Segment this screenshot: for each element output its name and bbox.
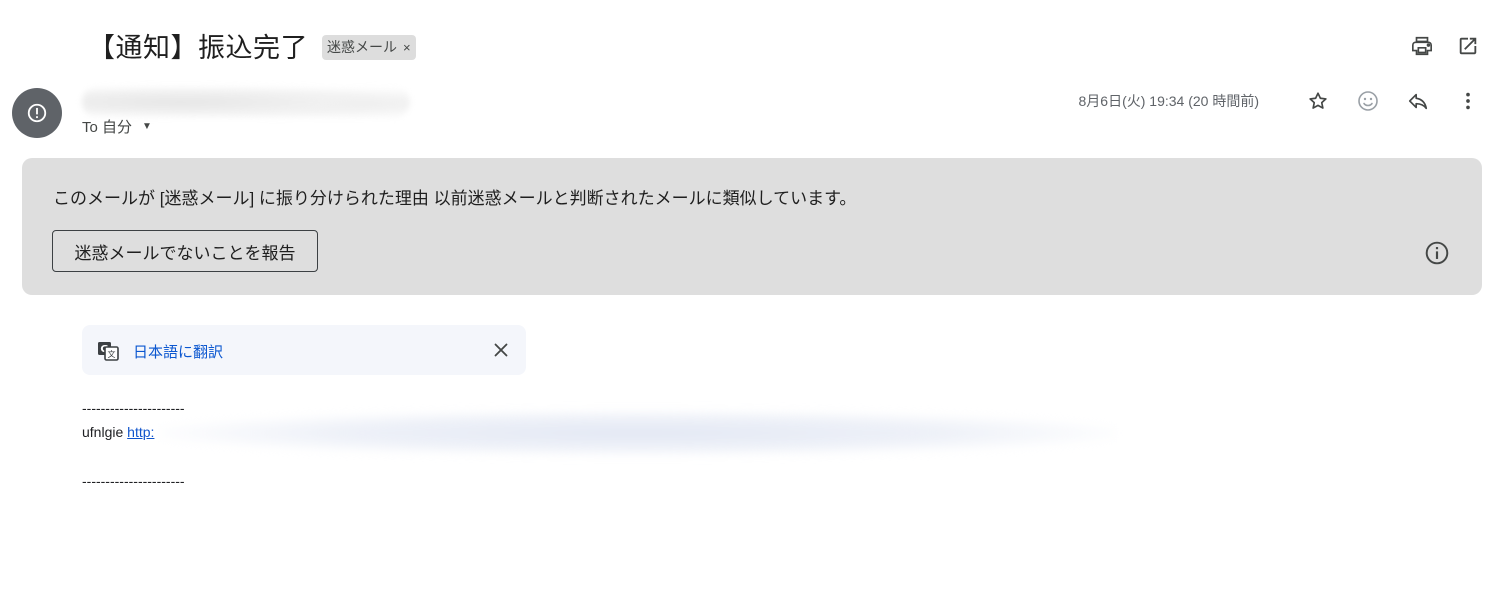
report-not-spam-button[interactable]: 迷惑メールでないことを報告 bbox=[52, 230, 318, 272]
body-link[interactable]: http: bbox=[127, 424, 154, 440]
separator-line: ---------------------- bbox=[82, 473, 185, 489]
spam-label-chip[interactable]: 迷惑メール × bbox=[322, 35, 416, 60]
sender-avatar[interactable] bbox=[12, 88, 62, 138]
printer-icon[interactable] bbox=[1409, 33, 1435, 59]
recipient-details-toggle[interactable]: To 自分 ▼ bbox=[82, 116, 152, 137]
url-redacted bbox=[160, 410, 1115, 456]
reply-icon[interactable] bbox=[1405, 88, 1431, 114]
spam-label-text: 迷惑メール bbox=[327, 39, 397, 55]
body-prefix-text: ufnlgie bbox=[82, 424, 128, 440]
body-text-line: ufnlgie http: bbox=[82, 424, 154, 440]
spam-warning-icon bbox=[27, 103, 47, 123]
close-icon[interactable] bbox=[490, 339, 512, 361]
translate-icon: G 文 bbox=[96, 339, 120, 363]
recipient-text: To 自分 bbox=[82, 119, 133, 136]
more-vert-icon[interactable] bbox=[1455, 88, 1481, 114]
open-in-new-window-icon[interactable] bbox=[1455, 33, 1481, 59]
info-icon[interactable] bbox=[1424, 240, 1450, 266]
translate-bar: G 文 日本語に翻訳 bbox=[82, 325, 526, 375]
subject-row: 【通知】振込完了 迷惑メール × bbox=[88, 26, 416, 65]
star-icon[interactable] bbox=[1305, 88, 1331, 114]
emoji-reaction-icon[interactable] bbox=[1355, 88, 1381, 114]
remove-label-button[interactable]: × bbox=[403, 40, 411, 55]
spam-reason-text: このメールが [迷惑メール] に振り分けられた理由 以前迷惑メールと判断されたメ… bbox=[53, 189, 857, 208]
message-meta: 8月6日(火) 19:34 (20 時間前) bbox=[1079, 88, 1482, 114]
top-actions bbox=[1409, 33, 1481, 59]
spam-warning-banner: このメールが [迷惑メール] に振り分けられた理由 以前迷惑メールと判断されたメ… bbox=[22, 158, 1482, 295]
translate-link[interactable]: 日本語に翻訳 bbox=[133, 341, 223, 362]
sender-name-redacted bbox=[82, 86, 410, 118]
svg-text:文: 文 bbox=[108, 349, 116, 359]
chevron-down-icon: ▼ bbox=[142, 121, 152, 132]
message-timestamp: 8月6日(火) 19:34 (20 時間前) bbox=[1078, 93, 1260, 109]
email-subject: 【通知】振込完了 bbox=[88, 33, 308, 63]
email-view: 【通知】振込完了 迷惑メール × To 自分 ▼ 8月6日(火) 19:34 (… bbox=[0, 0, 1499, 595]
